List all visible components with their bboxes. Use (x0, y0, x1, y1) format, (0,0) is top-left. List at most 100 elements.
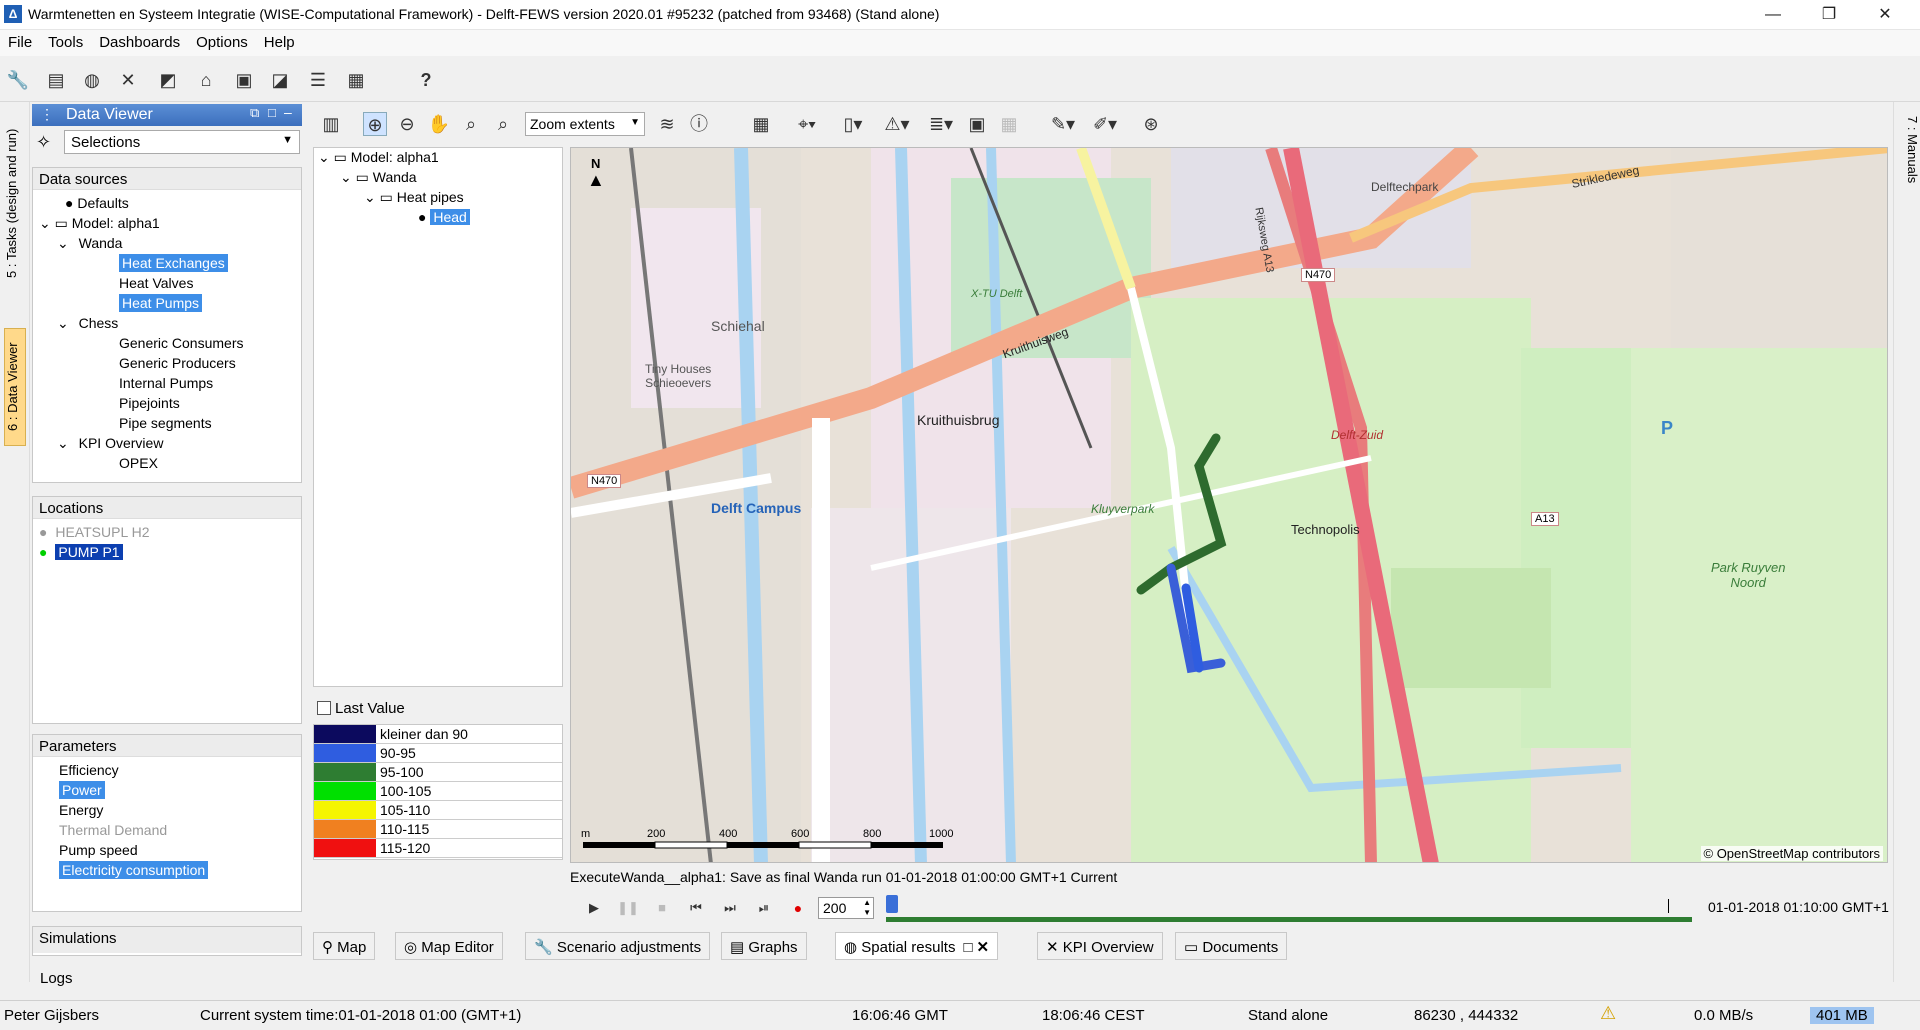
maximize-button[interactable]: ❐ (1806, 0, 1852, 30)
tree-item-head[interactable]: ● Head (418, 208, 470, 226)
tab-kpi-overview[interactable]: ✕ KPI Overview (1037, 932, 1163, 960)
monitor-icon[interactable]: ▣ (232, 68, 256, 92)
tree-item-generic-producers[interactable]: Generic Producers (119, 354, 236, 372)
menu-file[interactable]: File (0, 30, 40, 51)
menu-dashboards[interactable]: Dashboards (91, 30, 188, 51)
parameter-item-selected[interactable]: Electricity consumption (59, 861, 209, 879)
tab-tasks[interactable]: 5 : Tasks (design and run) (4, 108, 26, 298)
edit-icon[interactable]: ✐▾ (1087, 112, 1123, 136)
warning-icon[interactable]: ⚠ (1600, 1003, 1616, 1024)
restore-panel-icon[interactable]: ⧉ (250, 105, 259, 121)
scale-tick: 400 (719, 828, 738, 840)
grid-icon[interactable]: ▦ (749, 112, 773, 136)
globe-icon[interactable]: ◍ (80, 68, 104, 92)
close-button[interactable]: ✕ (1862, 0, 1908, 30)
crosshair-icon[interactable]: ⊛ (1139, 112, 1163, 136)
maximize-panel-icon[interactable]: □ (268, 105, 276, 120)
tab-data-viewer[interactable]: 6 : Data Viewer (4, 328, 26, 446)
list-icon[interactable]: ☰ (306, 68, 330, 92)
media-icon[interactable]: ▣ (965, 112, 989, 136)
status-memory[interactable]: 401 MB (1810, 1007, 1874, 1024)
minimize-panel-icon[interactable]: – (284, 104, 292, 120)
parameter-item[interactable]: Efficiency (59, 761, 119, 779)
last-value-checkbox[interactable]: Last Value (313, 700, 563, 720)
location-pin-icon[interactable]: ⌖▾ (787, 112, 827, 136)
tree-item-generic-consumers[interactable]: Generic Consumers (119, 334, 244, 352)
timeline-slider-handle[interactable] (886, 895, 898, 913)
tree-item-opex[interactable]: OPEX (119, 454, 158, 472)
tree-item-kpi-overview[interactable]: ⌄ KPI Overview (57, 434, 163, 452)
info-icon[interactable]: ⓘ (687, 112, 711, 136)
tree-item-pipejoints[interactable]: Pipejoints (119, 394, 180, 412)
parameter-item[interactable]: Thermal Demand (59, 821, 167, 839)
tree-item-chess[interactable]: ⌄ Chess (57, 314, 118, 332)
parameter-item-selected[interactable]: Power (59, 781, 105, 799)
panel-toggle-icon[interactable]: ▥ (319, 112, 343, 136)
menu-help[interactable]: Help (256, 30, 303, 51)
tab-spatial-results[interactable]: ◍ Spatial results □ ✕ (835, 932, 999, 960)
location-item[interactable]: ● HEATSUPL H2 (39, 523, 150, 541)
wrench-icon[interactable]: 🔧 (6, 68, 30, 92)
zoom-previous-icon[interactable]: ⌕ (459, 112, 483, 136)
tab-map[interactable]: ⚲ Map (313, 932, 376, 960)
stack-icon[interactable]: ≣▾ (923, 112, 959, 136)
play-end-icon[interactable]: ⏯ (752, 896, 776, 920)
parameter-item[interactable]: Energy (59, 801, 103, 819)
tab-documents[interactable]: ▭ Documents (1175, 932, 1288, 960)
step-forward-icon[interactable]: ⏭ (718, 896, 742, 920)
menu-options[interactable]: Options (188, 30, 256, 51)
tree-item-model[interactable]: ⌄ ▭ Model: alpha1 (318, 148, 439, 166)
tree-item-model[interactable]: ⌄ ▭ Model: alpha1 (39, 214, 160, 232)
legend-swatch (314, 801, 376, 819)
tree-item-heat-exchanges[interactable]: Heat Exchanges (119, 254, 228, 272)
record-icon[interactable]: ● (786, 896, 810, 920)
menu-tools[interactable]: Tools (40, 30, 91, 51)
tab-graphs[interactable]: ▤ Graphs (721, 932, 807, 960)
tree-item-heat-valves[interactable]: Heat Valves (119, 274, 193, 292)
chart-icon[interactable]: ▤ (44, 68, 68, 92)
zoom-in-icon[interactable]: ⊕ (363, 112, 387, 136)
simulations-panel[interactable]: Simulations (32, 926, 302, 956)
scale-tick: 200 (647, 828, 666, 840)
tree-item-pipe-segments[interactable]: Pipe segments (119, 414, 212, 432)
layers-icon[interactable]: ≋ (655, 112, 679, 136)
graph-icon[interactable]: ◩ (156, 68, 180, 92)
zoom-next-icon[interactable]: ⌕ (491, 112, 515, 136)
selections-dropdown[interactable]: Selections ▼ (64, 130, 300, 154)
tree-item-defaults[interactable]: ● Defaults (65, 194, 129, 212)
tools-cross-icon[interactable]: ✕ (116, 68, 140, 92)
timeline-track[interactable] (886, 917, 1692, 922)
help-button[interactable]: ? (414, 68, 438, 92)
tab-map-editor[interactable]: ◎ Map Editor (395, 932, 503, 960)
home-icon[interactable]: ⌂ (194, 68, 218, 92)
parameter-item[interactable]: Pump speed (59, 841, 138, 859)
spinner-arrows-icon[interactable]: ▲ ▼ (863, 898, 871, 918)
tree-item-wanda[interactable]: ⌄ ▭ Wanda (340, 168, 417, 186)
pencil-icon[interactable]: ✎▾ (1045, 112, 1081, 136)
map-view[interactable]: N ▲ Schiehal Tiny Houses Schieoevers Kru… (570, 147, 1888, 863)
map-label: Delftechpark (1371, 180, 1439, 194)
warning-icon[interactable]: ⚠▾ (879, 112, 915, 136)
play-icon[interactable]: ▶ (582, 896, 606, 920)
table-icon[interactable]: ▦ (344, 68, 368, 92)
tree-item-heat-pipes[interactable]: ⌄ ▭ Heat pipes (364, 188, 464, 206)
monitor-graph-icon[interactable]: ◪ (268, 68, 292, 92)
tree-item-internal-pumps[interactable]: Internal Pumps (119, 374, 213, 392)
zoom-extents-select[interactable]: Zoom extents ▼ (525, 112, 645, 136)
document-icon[interactable]: ▯▾ (835, 112, 871, 136)
menu-bar: File Tools Dashboards Options Help (0, 30, 1920, 56)
tab-scenario-adjustments[interactable]: 🔧 Scenario adjustments (525, 932, 711, 960)
tree-item-wanda[interactable]: ⌄ Wanda (57, 234, 122, 252)
pin-icon[interactable]: ✧ (36, 132, 51, 153)
step-back-icon[interactable]: ⏮ (684, 896, 708, 920)
close-tab-icon[interactable]: ✕ (977, 939, 990, 956)
location-item-selected[interactable]: ● PUMP P1 (39, 543, 123, 561)
zoom-out-icon[interactable]: ⊖ (395, 112, 419, 136)
step-input[interactable]: 200 ▲ ▼ (818, 897, 874, 919)
tree-item-heat-pumps[interactable]: Heat Pumps (119, 294, 203, 312)
logs-tab[interactable]: Logs (40, 970, 73, 987)
minimize-button[interactable]: — (1750, 0, 1796, 30)
tab-manuals[interactable]: 7 : Manuals (1898, 108, 1920, 192)
maximize-tab-icon[interactable]: □ (963, 939, 972, 956)
pan-hand-icon[interactable]: ✋ (427, 112, 451, 136)
